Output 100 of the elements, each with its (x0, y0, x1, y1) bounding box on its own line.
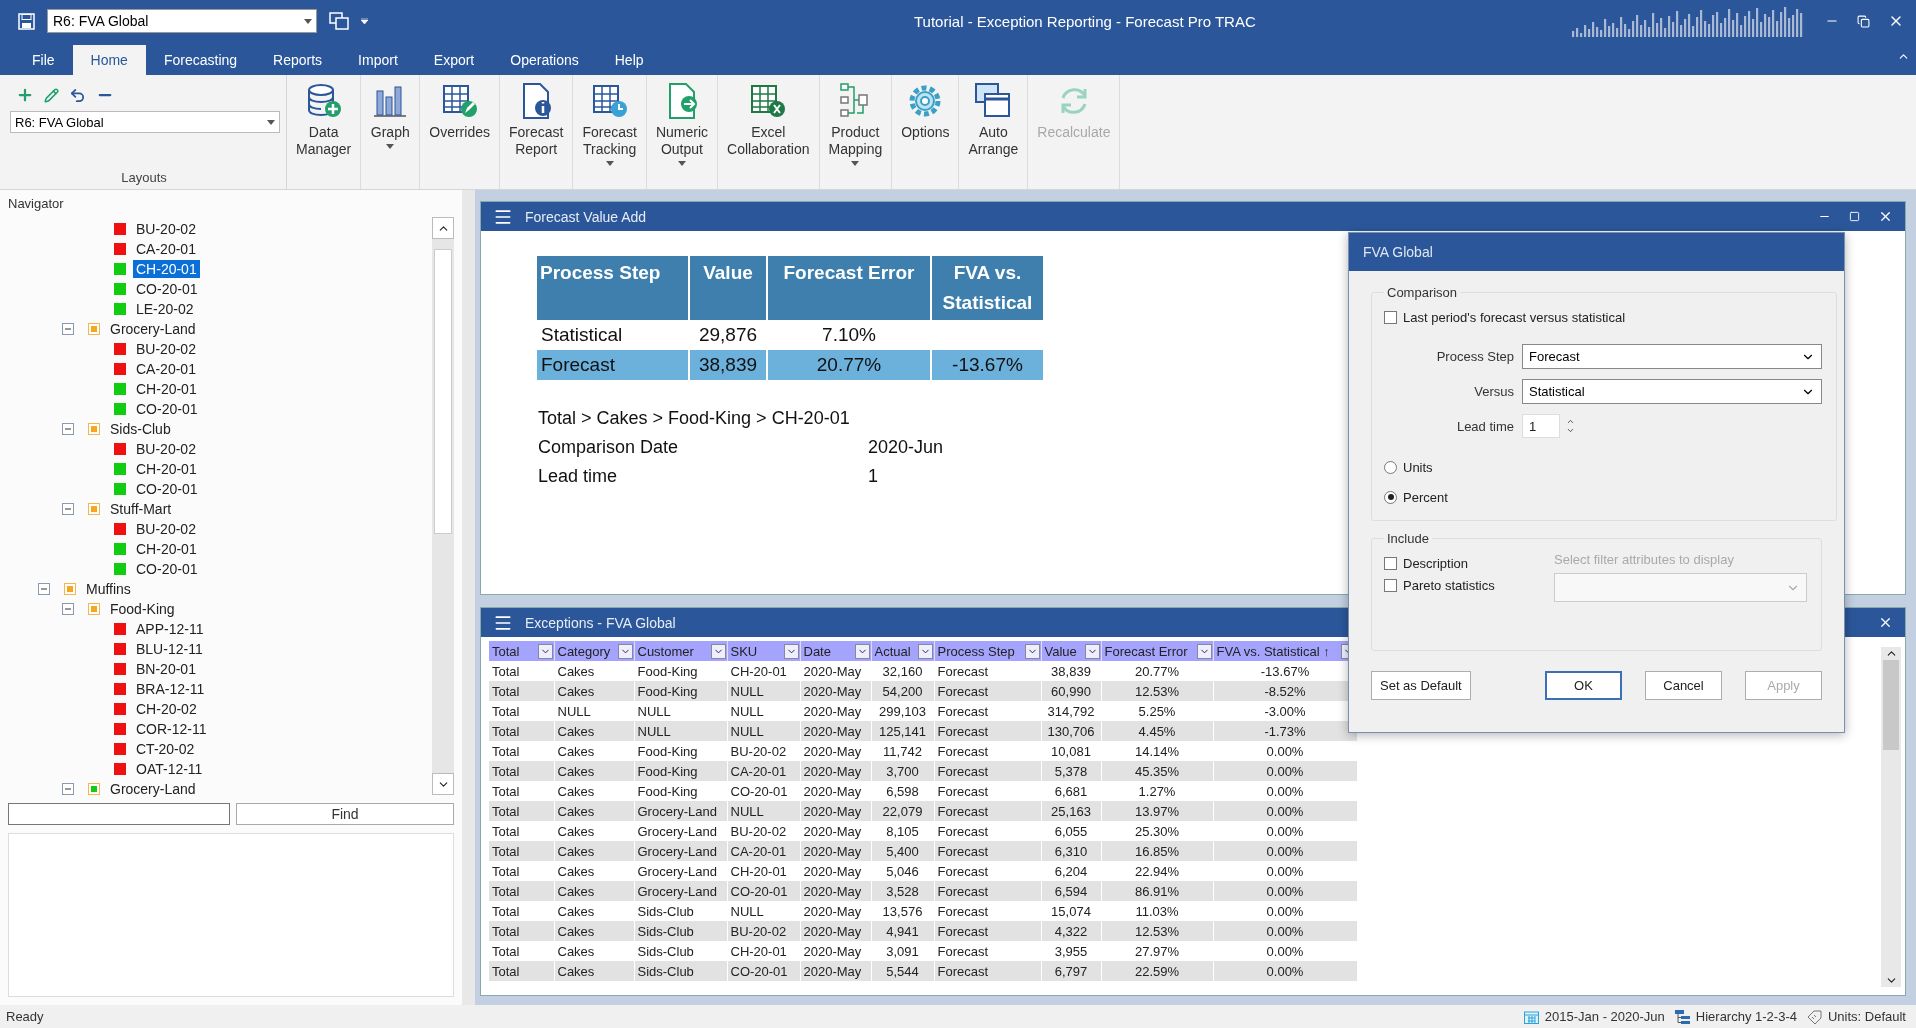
table-row[interactable]: Total Cakes Food-King CO-20-01 2020-May 6,598 Forecast 6,681 1.27% 0.00% (489, 781, 1357, 801)
tree-item[interactable]: Sids-Club (107, 420, 174, 438)
table-row[interactable]: Total Cakes Grocery-Land CO-20-01 2020-May 3,528 Forecast 6,594 86.91% 0.00% (489, 881, 1357, 901)
tree-item[interactable]: BU-20-02 (133, 220, 199, 238)
tree-item[interactable]: CH-20-01 (133, 380, 200, 398)
select-field[interactable]: Statistical (1522, 379, 1822, 404)
tree-item[interactable]: CA-20-01 (133, 240, 199, 258)
filter-button[interactable] (1196, 643, 1212, 659)
menu-tab[interactable]: Operations (492, 45, 597, 75)
radio-button[interactable]: Units (1384, 452, 1822, 482)
layout-dropdown[interactable]: R6: FVA Global (47, 9, 317, 33)
filter-button[interactable] (854, 643, 870, 659)
filter-button[interactable] (617, 643, 633, 659)
tree-item[interactable]: BU-20-02 (133, 440, 199, 458)
ribbon-button[interactable]: Forecast Report (499, 75, 574, 189)
layout-dropdown[interactable]: R6: FVA Global (10, 111, 280, 133)
table-row[interactable]: Total Cakes Sids-Club CO-20-01 2020-May 5,544 Forecast 6,797 22.59% 0.00% (489, 961, 1357, 981)
tree-item[interactable]: CO-20-01 (133, 560, 201, 578)
column-header[interactable]: Total (492, 643, 520, 659)
select-field[interactable]: Forecast (1522, 344, 1822, 369)
collapse-icon[interactable] (38, 583, 50, 595)
filter-button[interactable] (710, 643, 726, 659)
collapse-icon[interactable] (62, 503, 74, 515)
dialog-button[interactable]: Set as Default (1371, 671, 1471, 700)
table-row[interactable]: Total Cakes Grocery-Land BU-20-02 2020-May 8,105 Forecast 6,055 25.30% 0.00% (489, 821, 1357, 841)
collapse-icon[interactable] (62, 323, 74, 335)
column-header[interactable]: Category (557, 643, 611, 659)
column-header[interactable]: Customer (637, 643, 694, 659)
tree-item[interactable]: APP-12-11 (133, 620, 207, 638)
ribbon-button[interactable]: Graph (361, 75, 421, 189)
table-row[interactable]: Total Cakes Grocery-Land CH-20-01 2020-May 5,046 Forecast 6,204 22.94% 0.00% (489, 861, 1357, 881)
menu-tab[interactable]: Forecasting (145, 45, 256, 75)
spinner-icon[interactable] (1566, 417, 1575, 435)
tree-item[interactable]: CO-20-01 (133, 480, 201, 498)
save-icon[interactable] (18, 12, 35, 30)
tree-item[interactable]: CA-20-01 (133, 360, 199, 378)
tree-item[interactable]: LE-20-02 (133, 300, 197, 318)
menu-tab[interactable]: Help (596, 45, 662, 75)
tree-item[interactable]: BN-20-01 (133, 660, 199, 678)
undo-icon[interactable] (69, 86, 86, 104)
column-header[interactable]: Value (1044, 643, 1077, 659)
column-header[interactable]: Forecast Error (1104, 643, 1188, 659)
windows-icon[interactable] (329, 12, 349, 30)
select-field[interactable] (1554, 573, 1807, 602)
ribbon-button[interactable]: Product Mapping (819, 75, 893, 189)
tree-item[interactable]: OAT-12-11 (133, 760, 206, 778)
tree-item[interactable]: Grocery-Land (107, 320, 199, 338)
table-row[interactable]: Total Cakes Sids-Club CH-20-01 2020-May 3,091 Forecast 3,955 27.97% 0.00% (489, 941, 1357, 961)
tree-item[interactable]: CT-20-02 (133, 740, 198, 758)
tree-item[interactable]: BRA-12-11 (133, 680, 208, 698)
table-row[interactable]: Total Cakes Sids-Club BU-20-02 2020-May 4,941 Forecast 4,322 12.53% 0.00% (489, 921, 1357, 941)
collapse-icon[interactable] (62, 783, 74, 795)
checkbox[interactable]: Pareto statistics (1384, 574, 1544, 596)
table-row[interactable]: Total Cakes Grocery-Land NULL 2020-May 22,079 Forecast 25,163 13.97% 0.00% (489, 801, 1357, 821)
menu-tab[interactable]: Home (72, 45, 146, 75)
column-header[interactable]: Process Step (937, 643, 1015, 659)
ribbon-button[interactable]: Excel Collaboration (718, 75, 820, 189)
ribbon-button[interactable]: Auto Arrange (959, 75, 1029, 189)
tree-item[interactable]: CO-20-01 (133, 280, 201, 298)
dialog-button[interactable]: OK (1545, 671, 1622, 700)
dialog-button[interactable]: Cancel (1645, 671, 1722, 700)
tree-item[interactable]: Grocery-Land (107, 780, 199, 798)
ribbon-button[interactable]: Options (892, 75, 960, 189)
radio-button[interactable]: Percent (1384, 482, 1822, 512)
find-button[interactable]: Find (236, 803, 454, 825)
table-row[interactable]: Total Cakes Food-King CA-20-01 2020-May 3,700 Forecast 5,378 45.35% 0.00% (489, 761, 1357, 781)
checkbox[interactable]: Last period's forecast versus statistical (1384, 306, 1822, 328)
column-header[interactable]: Date (803, 643, 831, 659)
number-field[interactable]: 1 (1522, 414, 1560, 438)
column-header[interactable]: Actual (874, 643, 911, 659)
scroll-thumb[interactable] (1883, 660, 1899, 750)
tree-item[interactable]: CH-20-01 (133, 260, 200, 278)
ribbon-button[interactable]: Overrides (420, 75, 500, 189)
ribbon-button[interactable]: Data Manager (287, 75, 362, 189)
filter-button[interactable] (537, 643, 553, 659)
close-icon[interactable] (1878, 615, 1893, 630)
tree-item[interactable]: CH-20-01 (133, 460, 200, 478)
pencil-icon[interactable] (44, 87, 59, 103)
filter-button[interactable] (1084, 643, 1100, 659)
tree-item[interactable]: Muffins (83, 580, 134, 598)
maximize-icon[interactable] (1849, 211, 1860, 222)
table-row[interactable]: Total Cakes Sids-Club NULL 2020-May 13,576 Forecast 15,074 11.03% 0.00% (489, 901, 1357, 921)
tree-item[interactable]: Food-King (107, 600, 178, 618)
filter-button[interactable] (917, 643, 933, 659)
menu-tab[interactable]: File (14, 45, 73, 75)
tree-item[interactable]: CH-20-02 (133, 700, 200, 718)
tree-item[interactable]: BU-20-02 (133, 340, 199, 358)
restore-icon[interactable] (1857, 14, 1870, 28)
tree-item[interactable]: CH-20-01 (133, 540, 200, 558)
collapse-icon[interactable] (62, 423, 74, 435)
menu-tab[interactable]: Reports (255, 45, 341, 75)
tree-item[interactable]: Stuff-Mart (107, 500, 175, 518)
table-row[interactable]: Total Cakes NULL NULL 2020-May 125,141 Forecast 130,706 4.45% -1.73% (489, 721, 1357, 741)
filter-button[interactable] (1024, 643, 1040, 659)
tree-item[interactable]: BU-20-02 (133, 520, 199, 538)
ribbon-button[interactable]: Forecast Tracking (573, 75, 647, 189)
table-row[interactable]: Total Cakes Food-King BU-20-02 2020-May 11,742 Forecast 10,081 14.14% 0.00% (489, 741, 1357, 761)
add-icon[interactable] (16, 86, 34, 104)
column-header[interactable]: SKU (730, 643, 758, 659)
tree-item[interactable]: BLU-12-11 (133, 640, 206, 658)
